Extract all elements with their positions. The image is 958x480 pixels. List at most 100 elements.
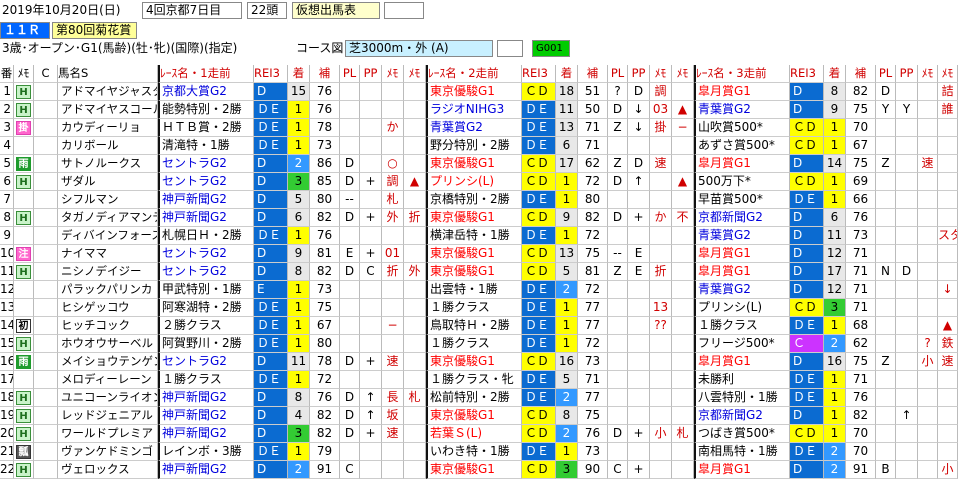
col-header-rei2[interactable]: REI3	[522, 65, 556, 83]
race2-finish: 2	[556, 281, 578, 299]
race1-name: 京都大賞G2	[158, 83, 254, 101]
race2-pp	[628, 299, 650, 317]
race3-pl	[876, 389, 896, 407]
race1-name: 神戸新聞G2	[158, 389, 254, 407]
col-header-rei3[interactable]: REI3	[790, 65, 824, 83]
col-header-ho1[interactable]: 補	[310, 65, 340, 83]
table-row[interactable]: 18 H ユニコーンライオン 神戸新聞G2 D 8 76 D ↑ 長札松前特別・2勝 ＤＥ 2 77 八雲…	[0, 389, 958, 407]
race2-pp	[628, 443, 650, 461]
table-row[interactable]: 2 H アドマイヤスコール 能勢特別・2勝 ＤＥ 1 76 ラジオNIHG3 ＤＥ 11 50 D ↓ 0…	[0, 101, 958, 119]
table-row[interactable]: 19 H レッドジェニアル 神戸新聞G2 D 4 82 D ↑ 坂東京優駿G1 ＣＤ 8 75 京都新聞G…	[0, 407, 958, 425]
race2-name: 東京優駿G1	[426, 155, 522, 173]
race1-memo-b	[404, 137, 426, 155]
table-row[interactable]: 11 H ニシノデイジー セントラG2 D 8 82 D C 折外東京優駿G1 ＣＤ 5 81 Z E 折皐月…	[0, 263, 958, 281]
race3-name: 京都新聞G2	[694, 407, 790, 425]
horse-badge: H	[16, 337, 31, 351]
table-row[interactable]: 4 カリボール 清滝特・1勝 ＤＥ 1 73 野分特別・2勝 ＤＥ 6 71 あずさ賞500* ＣＤ 1…	[0, 137, 958, 155]
race2-index: 75	[578, 245, 608, 263]
col-header-memo2b[interactable]: ﾒﾓ	[672, 65, 694, 83]
col-header-num[interactable]: 番	[0, 65, 14, 83]
col-header-pl3[interactable]: PL	[876, 65, 896, 83]
race1-pp	[360, 191, 382, 209]
table-row[interactable]: 3 掛カウディーリョ ＨＴＢ賞・2勝 ＤＥ 1 78 か青葉賞G2 ＤＥ 13 71 Z ↓ 掛 − 山吹賞…	[0, 119, 958, 137]
col-header-horse[interactable]: 馬名S	[58, 65, 158, 83]
col-header-memo1a[interactable]: ﾒﾓ	[382, 65, 404, 83]
col-header-memo1b[interactable]: ﾒﾓ	[404, 65, 426, 83]
race1-index: 86	[310, 155, 340, 173]
col-header-pp3[interactable]: PP	[896, 65, 918, 83]
horse-number: 9	[0, 227, 14, 245]
table-row[interactable]: 5 雨サトノルークス セントラG2 D 2 86 D ○ 東京優駿G1 ＣＤ 17 62 Z D 速皐月賞G…	[0, 155, 958, 173]
table-row[interactable]: 12 パラックパリンカ 甲武特別・1勝 E 1 73 出雲特・1勝 ＤＥ 2 72 青葉賞G2 D 12…	[0, 281, 958, 299]
race3-index: 82	[846, 83, 876, 101]
race3-memo-b	[938, 263, 958, 281]
col-header-ho2[interactable]: 補	[578, 65, 608, 83]
race2-rank: ＤＥ	[522, 335, 556, 353]
table-row[interactable]: 1 H アドマイヤジャスタ 京都大賞G2 D 15 76 東京優駿G1 ＣＤ 18 51? D 調皐月賞…	[0, 83, 958, 101]
horse-name: パラックパリンカ	[58, 281, 158, 299]
col-header-chaku2[interactable]: 着	[556, 65, 578, 83]
race2-pp	[628, 317, 650, 335]
horse-name: ニシノデイジー	[58, 263, 158, 281]
blank-field[interactable]	[384, 2, 424, 19]
col-header-race3[interactable]: ﾚｰｽ名・3走前	[694, 65, 790, 83]
col-header-memo3b[interactable]: ﾒﾓ	[938, 65, 958, 83]
col-header-ho3[interactable]: 補	[846, 65, 876, 83]
col-header-rei1[interactable]: REI3	[254, 65, 288, 83]
col-header-memo[interactable]: ﾒﾓ	[14, 65, 34, 83]
col-header-pp2[interactable]: PP	[628, 65, 650, 83]
table-row[interactable]: 21 瓢ヴァンケドミンゴ レインボ・3勝 ＤＥ 1 79 いわき特・1勝 ＤＥ 1 73 南相馬特・…	[0, 443, 958, 461]
race3-name: 早苗賞500*	[694, 191, 790, 209]
race2-name: 若葉Ｓ(L)	[426, 425, 522, 443]
race2-rank: ＤＥ	[522, 299, 556, 317]
c-cell	[34, 407, 58, 425]
course-label[interactable]: コース図	[296, 40, 343, 57]
table-row[interactable]: 6 H ザダル セントラG2 D 3 85 D + 調 ▲ プリンシ(L) ＣＤ 1 72 D ↑ ▲ 500万下*…	[0, 173, 958, 191]
race2-finish: 1	[556, 443, 578, 461]
table-row[interactable]: 14 初ヒッチコック ２勝クラス ＤＥ 1 67− 鳥取特Ｈ・2勝 ＤＥ 1 77?? １勝クラス Ｄ…	[0, 317, 958, 335]
horse-number: 12	[0, 281, 14, 299]
table-row[interactable]: 7 シフルマン 神戸新聞G2 D 5 80 -- 札京橋特別・2勝 ＤＥ 1 80 早苗賞500* ＤＥ…	[0, 191, 958, 209]
race2-finish: 11	[556, 101, 578, 119]
col-header-pl2[interactable]: PL	[608, 65, 628, 83]
table-row[interactable]: 16 雨メイショウテンゲン セントラG2 D 11 78 D + 速東京優駿G1 ＣＤ 16 73 皐月…	[0, 353, 958, 371]
memo-cell: 瓢	[14, 443, 34, 461]
table-row[interactable]: 20 H ワールドプレミア 神戸新聞G2 D 3 82 D + 速若葉Ｓ(L) ＣＤ 2 76 D + 小札つ…	[0, 425, 958, 443]
memo-cell: H	[14, 389, 34, 407]
col-header-memo2a[interactable]: ﾒﾓ	[650, 65, 672, 83]
race3-pp	[896, 119, 918, 137]
table-row[interactable]: 15 H ホウオウサーベル 阿賀野川・2勝 ＤＥ 1 80 １勝クラス ＤＥ 1 72 フリージ500…	[0, 335, 958, 353]
table-row[interactable]: 22 H ヴェロックス 神戸新聞G2 D 2 91 C 東京優駿G1 ＣＤ 3 90 C + 皐月賞G1 D 2…	[0, 461, 958, 479]
race2-index: 72	[578, 335, 608, 353]
race1-pp	[360, 83, 382, 101]
col-header-chaku3[interactable]: 着	[824, 65, 846, 83]
col-header-race2[interactable]: ﾚｰｽ名・2走前	[426, 65, 522, 83]
race3-finish: 1	[824, 389, 846, 407]
horse-number: 20	[0, 425, 14, 443]
col-header-memo3a[interactable]: ﾒﾓ	[918, 65, 938, 83]
col-header-pl1[interactable]: PL	[340, 65, 360, 83]
race1-memo-b	[404, 443, 426, 461]
race3-rank: ＣＤ	[790, 119, 824, 137]
memo-cell: H	[14, 209, 34, 227]
race2-memo-b	[672, 335, 694, 353]
race3-pp	[896, 425, 918, 443]
table-row[interactable]: 8 H タガノディアマンテ 神戸新聞G2 D 6 82 D + 外折東京優駿G1 ＣＤ 9 82 D + か不…	[0, 209, 958, 227]
table-row[interactable]: 9 ディバインフォース 札幌日Ｈ・2勝 ＤＥ 1 76 横津岳特・1勝 ＤＥ 1 72 青葉賞G2 D…	[0, 227, 958, 245]
col-header-pp1[interactable]: PP	[360, 65, 382, 83]
col-header-race1[interactable]: ﾚｰｽ名・1走前	[158, 65, 254, 83]
horse-badge: H	[16, 391, 31, 405]
race1-rank: D	[254, 263, 288, 281]
race1-rank: D	[254, 83, 288, 101]
race3-memo-a	[918, 101, 938, 119]
horse-badge: 雨	[16, 157, 31, 171]
table-row[interactable]: 10 注ナイママ セントラG2 D 9 81 E +01 東京優駿G1 ＣＤ 13 75 -- E 皐月賞G…	[0, 245, 958, 263]
horse-number: 11	[0, 263, 14, 281]
table-row[interactable]: 13 ヒシゲッコウ 阿寒湖特・2勝 ＤＥ 1 75 １勝クラス ＤＥ 1 77 13 プリンシ(L) Ｃ…	[0, 299, 958, 317]
table-row[interactable]: 17 メロディーレーン １勝クラス ＤＥ 1 72 １勝クラス・牝 ＤＥ 5 71 未勝利 ＤＥ 1 71	[0, 371, 958, 389]
col-header-chaku1[interactable]: 着	[288, 65, 310, 83]
race3-name: 500万下*	[694, 173, 790, 191]
race2-index: 80	[578, 191, 608, 209]
col-header-c[interactable]: C	[34, 65, 58, 83]
race2-rank: ＤＥ	[522, 227, 556, 245]
